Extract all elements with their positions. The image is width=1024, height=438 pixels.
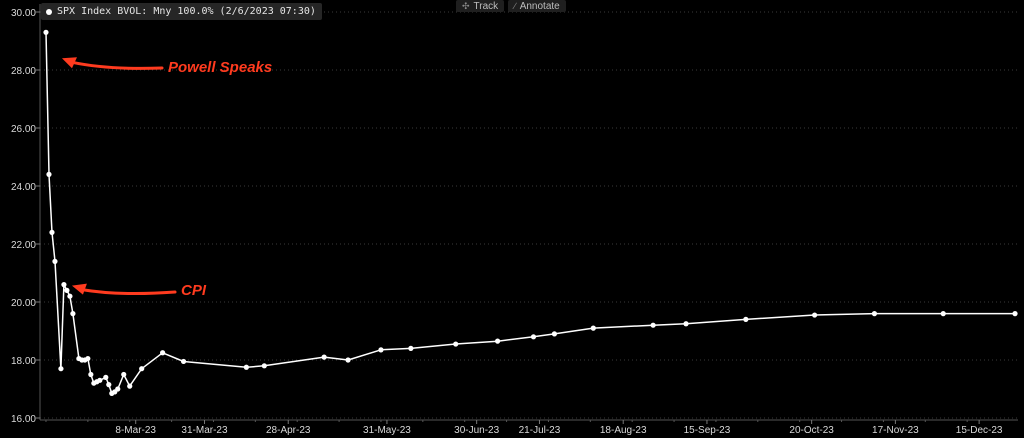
y-tick-label: 20.00 bbox=[11, 298, 36, 309]
data-point bbox=[871, 311, 878, 317]
data-point bbox=[1012, 311, 1018, 317]
data-point bbox=[180, 358, 187, 365]
arrow-powell-speaks bbox=[70, 60, 164, 70]
legend[interactable]: SPX Index BVOL: Mny 100.0% (2/6/2023 07:… bbox=[41, 3, 322, 20]
crosshair-icon: ✣ bbox=[462, 0, 470, 11]
data-point bbox=[940, 311, 946, 317]
legend-label: SPX Index BVOL: Mny 100.0% (2/6/2023 07:… bbox=[57, 6, 316, 17]
data-point bbox=[103, 374, 109, 380]
data-point bbox=[812, 312, 818, 318]
y-tick-label: 16.00 bbox=[11, 414, 36, 425]
data-point bbox=[58, 366, 64, 372]
x-tick-label: 31-May-23 bbox=[363, 425, 411, 436]
data-point bbox=[160, 350, 166, 356]
data-point bbox=[46, 171, 52, 177]
x-tick-label: 15-Sep-23 bbox=[684, 425, 731, 436]
data-point bbox=[743, 316, 749, 322]
data-point bbox=[61, 282, 67, 288]
legend-marker-icon bbox=[46, 8, 52, 15]
data-point bbox=[127, 383, 133, 389]
data-point bbox=[121, 371, 127, 378]
annotation-powell-speaks: Powell Speaks bbox=[168, 59, 273, 76]
data-point bbox=[106, 382, 112, 388]
chart-plot: 16.00 18.00 20.00 22.00 24.00 26.00 28.00 30.00… bbox=[11, 4, 1018, 436]
data-point bbox=[49, 229, 55, 235]
data-point bbox=[67, 293, 73, 299]
data-point bbox=[551, 331, 558, 337]
x-tick-label: 8-Mar-23 bbox=[115, 425, 156, 436]
x-tick-label: 20-Oct-23 bbox=[789, 425, 834, 436]
series-group bbox=[43, 29, 1018, 396]
data-point bbox=[115, 386, 121, 392]
data-point bbox=[378, 347, 384, 353]
y-tick-label: 30.00 bbox=[11, 8, 36, 19]
pencil-icon: ∕ bbox=[514, 0, 516, 11]
data-point bbox=[243, 364, 249, 370]
annotate-label: Annotate bbox=[519, 0, 560, 12]
data-point bbox=[494, 338, 501, 344]
x-tick-label: 21-Jul-23 bbox=[519, 425, 561, 436]
data-point bbox=[139, 366, 145, 372]
data-point bbox=[88, 371, 94, 378]
x-tick-label: 15-Dec-23 bbox=[956, 425, 1003, 436]
y-tick-label: 24.00 bbox=[11, 182, 36, 193]
data-point bbox=[43, 29, 49, 35]
x-tick-label: 31-Mar-23 bbox=[181, 425, 228, 436]
data-point bbox=[261, 363, 267, 369]
data-point bbox=[321, 354, 327, 360]
chart-toolbar: ✣ Track ∕ Annotate bbox=[456, 0, 566, 12]
annotation-cpi: CPI bbox=[181, 282, 207, 299]
annotation-arrows bbox=[61, 57, 177, 296]
x-tick-label: 17-Nov-23 bbox=[872, 425, 919, 436]
data-point bbox=[530, 334, 537, 340]
data-point bbox=[70, 311, 76, 317]
y-tick-label: 18.00 bbox=[11, 356, 36, 367]
annotate-button[interactable]: ∕ Annotate bbox=[508, 0, 566, 12]
y-tick-label: 22.00 bbox=[11, 240, 36, 251]
y-axis: 16.00 18.00 20.00 22.00 24.00 26.00 28.00 30.00 bbox=[11, 4, 41, 425]
x-tick-label: 28-Apr-23 bbox=[266, 425, 311, 436]
y-tick-label: 28.00 bbox=[11, 66, 36, 77]
data-point bbox=[52, 258, 58, 264]
track-button[interactable]: ✣ Track bbox=[456, 0, 505, 12]
x-tick-label: 18-Aug-23 bbox=[600, 425, 647, 436]
data-point bbox=[650, 322, 656, 328]
y-tick-label: 26.00 bbox=[11, 124, 36, 135]
data-point bbox=[64, 287, 70, 293]
data-point bbox=[683, 321, 689, 327]
x-axis: 8-Mar-23 31-Mar-23 28-Apr-23 31-May-23 30-Ju… bbox=[40, 419, 1018, 436]
track-label: Track bbox=[473, 0, 499, 12]
data-point bbox=[590, 325, 596, 331]
data-point bbox=[85, 355, 91, 362]
data-point bbox=[97, 377, 103, 383]
x-tick-label: 30-Jun-23 bbox=[454, 425, 499, 436]
data-point bbox=[408, 345, 414, 351]
series-line bbox=[45, 32, 1015, 395]
arrowhead-cpi bbox=[71, 283, 87, 295]
data-point bbox=[345, 357, 351, 363]
arrow-cpi bbox=[80, 288, 177, 296]
data-point bbox=[453, 341, 459, 347]
